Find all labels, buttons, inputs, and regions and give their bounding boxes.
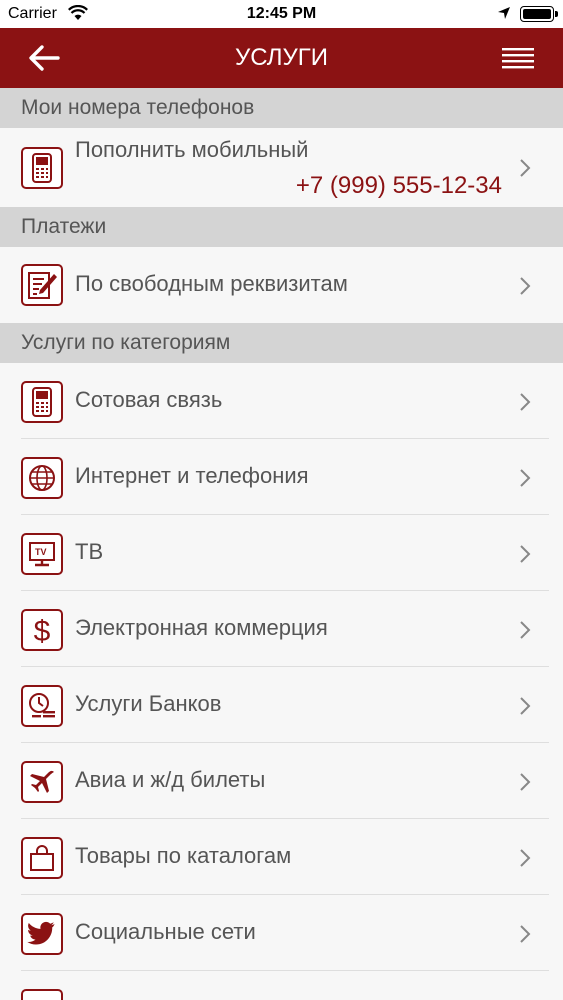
section-header-categories: Услуги по категориям [0,323,563,363]
row-label: Пополнить мобильный [75,137,309,162]
svg-text:$: $ [34,615,51,646]
mobile-phone-icon [21,147,63,189]
globe-icon [21,457,63,499]
row-label: Электронная коммерция [75,615,328,640]
section-header-phones: Мои номера телефонов [0,88,563,128]
row-free-details[interactable]: По свободным реквизитам [0,247,563,323]
chevron-right-icon [520,773,531,791]
row-label: Товары по каталогам [75,843,292,868]
bank-clock-icon [21,685,63,727]
status-bar: Carrier 12:45 PM [0,0,563,28]
row-category-internet[interactable]: Интернет и телефония [0,439,563,515]
mobile-phone-icon [21,381,63,423]
tv-icon: TV [21,533,63,575]
row-category-tickets[interactable]: Авиа и ж/д билеты [0,743,563,819]
battery-icon [520,6,558,22]
row-category-tv[interactable]: TV ТВ [0,515,563,591]
category-icon [21,989,63,1000]
row-label: Социальные сети [75,919,256,944]
location-arrow-icon [498,7,510,19]
row-category-catalog[interactable]: Товары по каталогам [0,819,563,895]
row-label: Услуги Банков [75,691,222,716]
document-edit-icon [21,264,63,306]
chevron-right-icon [520,925,531,943]
row-category-banks[interactable]: Услуги Банков [0,667,563,743]
row-category-mobile[interactable]: Сотовая связь [0,363,563,439]
chevron-right-icon [520,469,531,487]
shopping-bag-icon [21,837,63,879]
chevron-right-icon [520,849,531,867]
row-label: Интернет и телефония [75,463,309,488]
chevron-right-icon [520,621,531,639]
chevron-right-icon [520,545,531,563]
svg-text:TV: TV [35,547,47,557]
phone-number: +7 (999) 555-12-34 [295,172,502,199]
services-list: Мои номера телефонов Пополнить мобильный… [0,88,563,1000]
section-header-payments: Платежи [0,207,563,247]
airplane-icon [21,761,63,803]
row-label: ТВ [75,539,104,564]
clock: 12:45 PM [246,5,317,22]
chevron-right-icon [520,159,531,177]
row-category-social[interactable]: Социальные сети [0,895,563,971]
nav-bar: УСЛУГИ [0,28,563,88]
chevron-right-icon [520,393,531,411]
chevron-right-icon [520,277,531,295]
row-category-next[interactable] [0,971,563,1000]
page-title: УСЛУГИ [234,44,329,71]
row-topup-mobile[interactable]: Пополнить мобильный +7 (999) 555-12-34 [0,128,563,207]
dollar-icon: $ [21,609,63,651]
menu-icon[interactable] [501,43,535,73]
chevron-right-icon [520,697,531,715]
row-category-ecommerce[interactable]: $ Электронная коммерция [0,591,563,667]
row-label: Авиа и ж/д билеты [75,767,266,792]
row-label: По свободным реквизитам [75,271,348,296]
twitter-bird-icon [21,913,63,955]
row-label: Сотовая связь [75,387,223,412]
